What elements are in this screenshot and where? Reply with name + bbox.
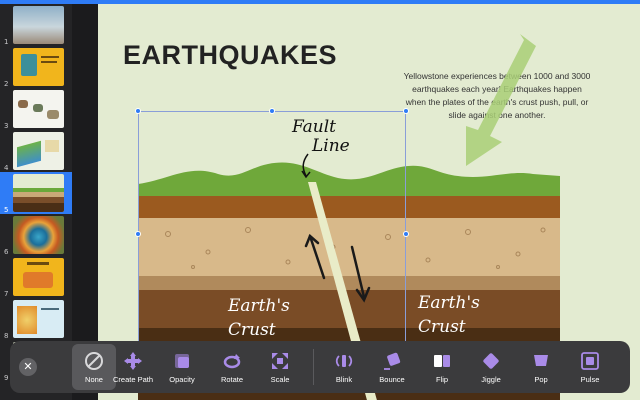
crust-right-line-2: Crust	[418, 317, 466, 337]
thumbnail-image	[13, 174, 64, 212]
crust-right-line-1: Earth's	[418, 293, 480, 313]
thumbnail-image	[13, 132, 64, 170]
animation-jiggle-button[interactable]: Jiggle	[469, 344, 513, 390]
slide-thumbnail-3[interactable]: 3	[0, 88, 72, 130]
thumbnail-image	[13, 216, 64, 254]
tool-label: Pop	[534, 375, 548, 384]
blink-icon	[335, 355, 353, 367]
tool-label: Flip	[435, 375, 449, 384]
opacity-icon	[175, 354, 189, 368]
resize-handle-right[interactable]	[403, 231, 409, 237]
scale-icon	[272, 353, 288, 369]
animation-pulse-button[interactable]: Pulse	[568, 344, 612, 390]
animation-scale-button[interactable]: Scale	[258, 344, 302, 390]
path-icon	[124, 352, 142, 370]
slide-number: 7	[4, 290, 9, 298]
bounce-icon	[384, 352, 401, 370]
animation-rotate-button[interactable]: Rotate	[210, 344, 254, 390]
resize-handle-top-left[interactable]	[135, 108, 141, 114]
slide-thumbnail-6[interactable]: 6	[0, 214, 72, 256]
selection-box[interactable]	[135, 108, 409, 361]
flip-icon	[434, 355, 450, 367]
close-button[interactable]: ✕	[19, 358, 37, 376]
slide-title[interactable]: EARTHQUAKES	[123, 40, 337, 71]
slide-number: 8	[4, 332, 9, 340]
thumbnail-image	[13, 48, 64, 86]
pulse-icon	[581, 352, 599, 370]
animation-bounce-button[interactable]: Bounce	[370, 344, 414, 390]
slide-number: 6	[4, 248, 9, 256]
thumbnail-image	[13, 258, 64, 296]
slide-thumbnail-8[interactable]: 8	[0, 298, 72, 340]
resize-handle-top[interactable]	[269, 108, 275, 114]
tool-label: Jiggle	[481, 375, 501, 384]
tool-label: Opacity	[169, 375, 195, 384]
tool-label: Create Path	[112, 375, 154, 384]
toolbar-divider	[313, 349, 314, 385]
animation-flip-button[interactable]: Flip	[420, 344, 464, 390]
pop-icon	[534, 355, 548, 366]
slide-number: 3	[4, 122, 9, 130]
animation-create-path-button[interactable]: Create Path	[110, 344, 156, 390]
tool-label: Rotate	[220, 375, 244, 384]
slide-number: 5	[4, 206, 9, 214]
slide-thumbnail-1[interactable]: 1	[0, 4, 72, 46]
thumbnail-image	[13, 6, 64, 44]
slide-number: 4	[4, 164, 9, 172]
jiggle-icon	[483, 353, 499, 369]
tool-label: Pulse	[580, 375, 600, 384]
thumbnail-image	[13, 90, 64, 128]
resize-handle-left[interactable]	[135, 231, 141, 237]
crust-label-right[interactable]: Earth's Crust	[418, 291, 480, 339]
thumbnail-image	[13, 300, 64, 338]
slide-thumbnail-5[interactable]: 5	[0, 172, 72, 214]
animation-blink-button[interactable]: Blink	[322, 344, 366, 390]
slide-thumbnail-7[interactable]: 7	[0, 256, 72, 298]
none-icon	[85, 352, 103, 370]
tool-label: Blink	[335, 375, 353, 384]
resize-handle-top-right[interactable]	[403, 108, 409, 114]
slide-number: 1	[4, 38, 9, 46]
slide-thumbnail-4[interactable]: 4	[0, 130, 72, 172]
rotate-icon	[223, 354, 241, 369]
slide-number: 9	[4, 374, 9, 382]
slide-number: 2	[4, 80, 9, 88]
animation-opacity-button[interactable]: Opacity	[160, 344, 204, 390]
tool-label: Bounce	[379, 375, 405, 384]
animation-pop-button[interactable]: Pop	[519, 344, 563, 390]
slide-thumbnail-2[interactable]: 2	[0, 46, 72, 88]
tool-label: Scale	[270, 375, 290, 384]
animation-toolbar: ✕ None Create Path Opacity Rotate Scale …	[10, 341, 630, 393]
